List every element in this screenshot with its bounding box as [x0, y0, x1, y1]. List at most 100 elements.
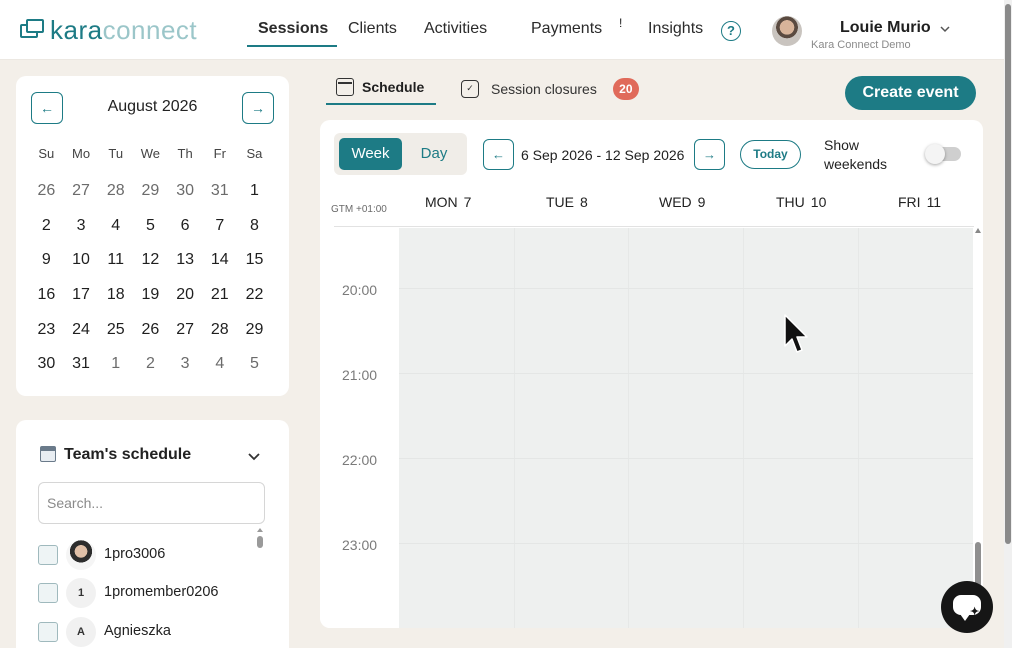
weekday-label: Th: [177, 146, 193, 161]
calendar-day[interactable]: 9: [29, 243, 64, 278]
calendar-day[interactable]: 6: [168, 209, 203, 244]
view-week-button[interactable]: Week: [339, 138, 402, 170]
calendar-day[interactable]: 27: [168, 313, 203, 348]
next-month-button[interactable]: →: [242, 92, 274, 124]
calendar-day[interactable]: 5: [133, 209, 168, 244]
calendar-day[interactable]: 24: [64, 313, 99, 348]
calendar-day[interactable]: 31: [64, 347, 99, 382]
calendar-day[interactable]: 15: [237, 243, 272, 278]
calendar-day[interactable]: 26: [29, 174, 64, 209]
weekday-label: Mo: [72, 146, 91, 161]
calendar-day[interactable]: 28: [202, 313, 237, 348]
date-range: 6 Sep 2026 - 12 Sep 2026: [521, 147, 685, 163]
calendar-day[interactable]: 2: [29, 209, 64, 244]
calendar-day[interactable]: 3: [168, 347, 203, 382]
member-avatar: 1: [66, 578, 96, 608]
user-avatar[interactable]: [772, 16, 802, 46]
team-list-scrollbar[interactable]: [257, 528, 263, 550]
page-scrollbar[interactable]: [1004, 0, 1012, 648]
prev-week-button[interactable]: ←: [483, 139, 514, 170]
calendar-day[interactable]: 4: [202, 347, 237, 382]
chevron-down-icon[interactable]: [248, 450, 260, 462]
calendar-day[interactable]: 26: [133, 313, 168, 348]
help-icon[interactable]: ?: [721, 21, 741, 41]
calendar-day[interactable]: 4: [98, 209, 133, 244]
hour-line: [399, 458, 973, 459]
calendar-day[interactable]: 11: [98, 243, 133, 278]
calendar-icon: [40, 446, 56, 462]
mini-calendar-grid: Su Mo Tu We Th Fr Sa 26 27 28 29 30 31 1 2 3 4 5 6 7 8 9 10 11 1…: [29, 140, 272, 382]
calendar-day[interactable]: 25: [98, 313, 133, 348]
calendar-day[interactable]: 7: [202, 209, 237, 244]
calendar-day[interactable]: 19: [133, 278, 168, 313]
nav-payments[interactable]: Payments: [531, 20, 602, 38]
calendar-day[interactable]: 30: [168, 174, 203, 209]
kara-connect-logo[interactable]: karaconnect: [20, 16, 197, 44]
calendar-day[interactable]: 18: [98, 278, 133, 313]
chevron-down-icon[interactable]: [940, 24, 950, 34]
calendar-day[interactable]: 14: [202, 243, 237, 278]
calendar-day[interactable]: 5: [237, 347, 272, 382]
logo-text: karaconnect: [50, 15, 198, 45]
calendar-day[interactable]: 8: [237, 209, 272, 244]
grid-scroll-up-arrow[interactable]: [975, 228, 981, 233]
nav-active-indicator: [247, 45, 337, 47]
weekday-label: Su: [38, 146, 55, 161]
calendar-day[interactable]: 31: [202, 174, 237, 209]
header-divider: [334, 226, 974, 227]
today-button[interactable]: Today: [740, 140, 801, 169]
member-avatar: [66, 540, 96, 570]
nav-activities[interactable]: Activities: [424, 20, 487, 38]
day-header-fri: FRI 11: [898, 194, 942, 210]
team-schedule-title[interactable]: Team's schedule: [64, 446, 191, 464]
view-toggle: Week Day: [334, 133, 467, 175]
hour-line: [399, 373, 973, 374]
tab-closures-label: Session closures: [491, 81, 597, 97]
calendar-day[interactable]: 29: [237, 313, 272, 348]
show-weekends-toggle[interactable]: [925, 144, 961, 164]
calendar-day[interactable]: 2: [133, 347, 168, 382]
calendar-day[interactable]: 27: [64, 174, 99, 209]
calendar-day[interactable]: 17: [64, 278, 99, 313]
time-label: 21:00: [342, 367, 378, 383]
create-event-button[interactable]: Create event: [845, 76, 976, 110]
calendar-day[interactable]: 23: [29, 313, 64, 348]
calendar-day[interactable]: 10: [64, 243, 99, 278]
nav-sessions[interactable]: Sessions: [258, 20, 328, 38]
prev-month-button[interactable]: ←: [31, 92, 63, 124]
calendar-day[interactable]: 3: [64, 209, 99, 244]
calendar-day[interactable]: 28: [98, 174, 133, 209]
tab-schedule[interactable]: Schedule: [336, 78, 424, 96]
view-day-button[interactable]: Day: [404, 138, 464, 170]
team-search-input[interactable]: [38, 482, 265, 524]
calendar-day[interactable]: 1: [237, 174, 272, 209]
user-name[interactable]: Louie Murio: [840, 19, 931, 37]
top-header: karaconnect Sessions Clients Activities …: [0, 0, 1004, 60]
calendar-day[interactable]: 20: [168, 278, 203, 313]
calendar-day[interactable]: 13: [168, 243, 203, 278]
nav-insights[interactable]: Insights: [648, 20, 703, 38]
mini-calendar: August 2026 ← → Su Mo Tu We Th Fr Sa 26 27 28 29 30…: [16, 76, 289, 396]
calendar-day[interactable]: 29: [133, 174, 168, 209]
weekday-label: Fr: [213, 146, 226, 161]
team-member-row: 1 1promember0206: [38, 578, 258, 608]
show-weekends-label: Show weekends: [824, 136, 887, 174]
calendar-day[interactable]: 12: [133, 243, 168, 278]
mouse-pointer-icon: [784, 314, 808, 353]
calendar-day[interactable]: 30: [29, 347, 64, 382]
tab-schedule-label: Schedule: [362, 79, 425, 95]
nav-clients[interactable]: Clients: [348, 20, 397, 38]
member-checkbox[interactable]: [38, 583, 58, 603]
calendar-day[interactable]: 22: [237, 278, 272, 313]
tab-session-closures[interactable]: ✓ Session closures 20: [461, 78, 639, 100]
team-member-row: A Agnieszka: [38, 617, 258, 647]
next-week-button[interactable]: →: [694, 139, 725, 170]
calendar-day[interactable]: 16: [29, 278, 64, 313]
team-member-row: 1pro3006: [38, 540, 258, 570]
checklist-icon: ✓: [461, 80, 479, 98]
member-checkbox[interactable]: [38, 622, 58, 642]
calendar-day[interactable]: 1: [98, 347, 133, 382]
member-checkbox[interactable]: [38, 545, 58, 565]
calendar-day[interactable]: 21: [202, 278, 237, 313]
chat-support-button[interactable]: ✦: [941, 581, 993, 633]
